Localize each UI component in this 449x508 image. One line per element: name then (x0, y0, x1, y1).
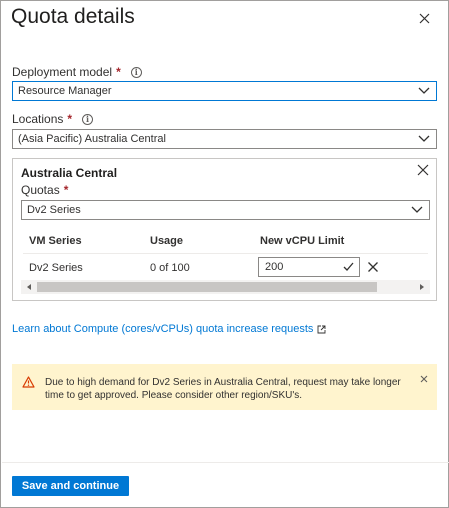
quotas-select[interactable]: Dv2 Series (21, 200, 430, 220)
deployment-model-select[interactable]: Resource Manager (12, 81, 437, 101)
chevron-down-icon (418, 87, 430, 94)
close-icon (420, 375, 428, 383)
locations-select[interactable]: (Asia Pacific) Australia Central (12, 129, 437, 149)
page-title: Quota details (11, 5, 135, 28)
warning-message-bar: Due to high demand for Dv2 Series in Aus… (12, 364, 437, 410)
column-header-vm-series: VM Series (29, 235, 82, 247)
close-panel-button[interactable] (417, 163, 433, 179)
table-cell-usage: 0 of 100 (150, 262, 190, 274)
warning-icon (22, 376, 35, 388)
close-icon (419, 13, 429, 23)
quotas-label: Quotas * (21, 183, 68, 197)
dismiss-warning-button[interactable] (419, 371, 429, 383)
save-and-continue-button[interactable]: Save and continue (12, 476, 129, 496)
table-cell-vm-series: Dv2 Series (29, 262, 83, 274)
new-vcpu-limit-input[interactable]: 200 (258, 257, 360, 277)
region-quota-panel: Australia Central Quotas * Dv2 Series VM… (12, 158, 437, 301)
horizontal-scrollbar[interactable] (21, 280, 430, 294)
quotas-label-text: Quotas (21, 183, 60, 197)
required-marker: * (116, 65, 121, 79)
required-marker: * (63, 183, 69, 197)
column-header-new-vcpu-limit: New vCPU Limit (260, 235, 345, 247)
footer-divider (2, 462, 449, 463)
check-icon (343, 262, 354, 271)
external-link-icon (317, 325, 326, 333)
panel-title: Australia Central (21, 166, 118, 180)
locations-label: Locations * i (12, 112, 94, 126)
table-row-divider (23, 253, 428, 254)
locations-value: (Asia Pacific) Australia Central (18, 133, 166, 145)
scrollbar-thumb[interactable] (37, 282, 377, 292)
column-header-usage: Usage (150, 235, 184, 247)
deployment-model-label-text: Deployment model (12, 65, 113, 79)
quotas-value: Dv2 Series (27, 204, 81, 216)
learn-quota-link-text[interactable]: Learn about Compute (cores/vCPUs) quota … (12, 323, 313, 335)
new-vcpu-limit-value: 200 (265, 261, 284, 273)
close-dialog-button[interactable] (413, 7, 435, 29)
info-icon[interactable]: i (82, 113, 94, 125)
deployment-model-value: Resource Manager (18, 85, 112, 97)
warning-text: Due to high demand for Dv2 Series in Aus… (45, 377, 401, 401)
learn-quota-link[interactable]: Learn about Compute (cores/vCPUs) quota … (12, 323, 326, 335)
discard-row-button[interactable] (367, 260, 381, 274)
scroll-left-icon[interactable] (24, 282, 34, 292)
chevron-down-icon (418, 135, 430, 142)
chevron-down-icon (411, 206, 423, 213)
quota-details-dialog: Quota details Deployment model * i Resou… (0, 0, 449, 508)
deployment-model-label: Deployment model * i (12, 65, 142, 79)
close-icon (417, 164, 429, 176)
close-icon (368, 262, 378, 272)
scroll-right-icon[interactable] (417, 282, 427, 292)
required-marker: * (67, 112, 73, 126)
locations-label-text: Locations (12, 112, 64, 126)
info-icon[interactable]: i (130, 66, 142, 78)
